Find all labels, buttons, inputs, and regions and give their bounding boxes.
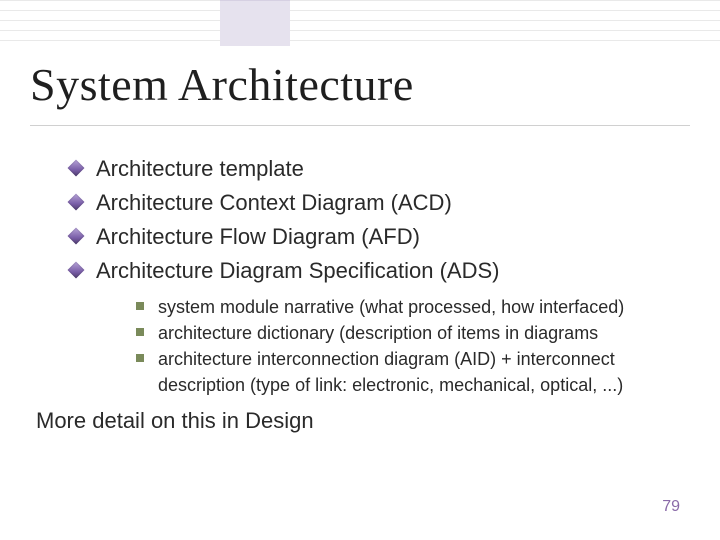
bullet-list: Architecture template Architecture Conte… — [70, 152, 680, 398]
list-item: architecture interconnection diagram (AI… — [136, 346, 680, 398]
diamond-bullet-icon — [68, 194, 85, 211]
slide: System Architecture Architecture templat… — [0, 0, 720, 540]
slide-content: Architecture template Architecture Conte… — [70, 152, 680, 408]
square-bullet-icon — [136, 302, 144, 310]
page-number: 79 — [662, 498, 680, 516]
sub-bullet-text: architecture interconnection diagram (AI… — [158, 349, 623, 395]
sub-bullet-text: architecture dictionary (description of … — [158, 323, 598, 343]
bullet-text: Architecture Flow Diagram (AFD) — [96, 224, 420, 249]
square-bullet-icon — [136, 354, 144, 362]
bullet-text: Architecture template — [96, 156, 304, 181]
sub-bullet-text: system module narrative (what processed,… — [158, 297, 624, 317]
sub-bullet-list: system module narrative (what processed,… — [96, 294, 680, 398]
list-item: Architecture template — [70, 152, 680, 186]
slide-title: System Architecture — [30, 58, 414, 111]
list-item: Architecture Diagram Specification (ADS)… — [70, 254, 680, 398]
top-rulings — [0, 0, 720, 52]
diamond-bullet-icon — [68, 228, 85, 245]
list-item: Architecture Context Diagram (ACD) — [70, 186, 680, 220]
bullet-text: Architecture Context Diagram (ACD) — [96, 190, 452, 215]
diamond-bullet-icon — [68, 262, 85, 279]
diamond-bullet-icon — [68, 160, 85, 177]
square-bullet-icon — [136, 328, 144, 336]
title-underline — [30, 125, 690, 126]
list-item: system module narrative (what processed,… — [136, 294, 680, 320]
footer-text: More detail on this in Design — [36, 408, 314, 434]
list-item: Architecture Flow Diagram (AFD) — [70, 220, 680, 254]
decorative-tab — [220, 0, 290, 46]
list-item: architecture dictionary (description of … — [136, 320, 680, 346]
bullet-text: Architecture Diagram Specification (ADS) — [96, 258, 499, 283]
